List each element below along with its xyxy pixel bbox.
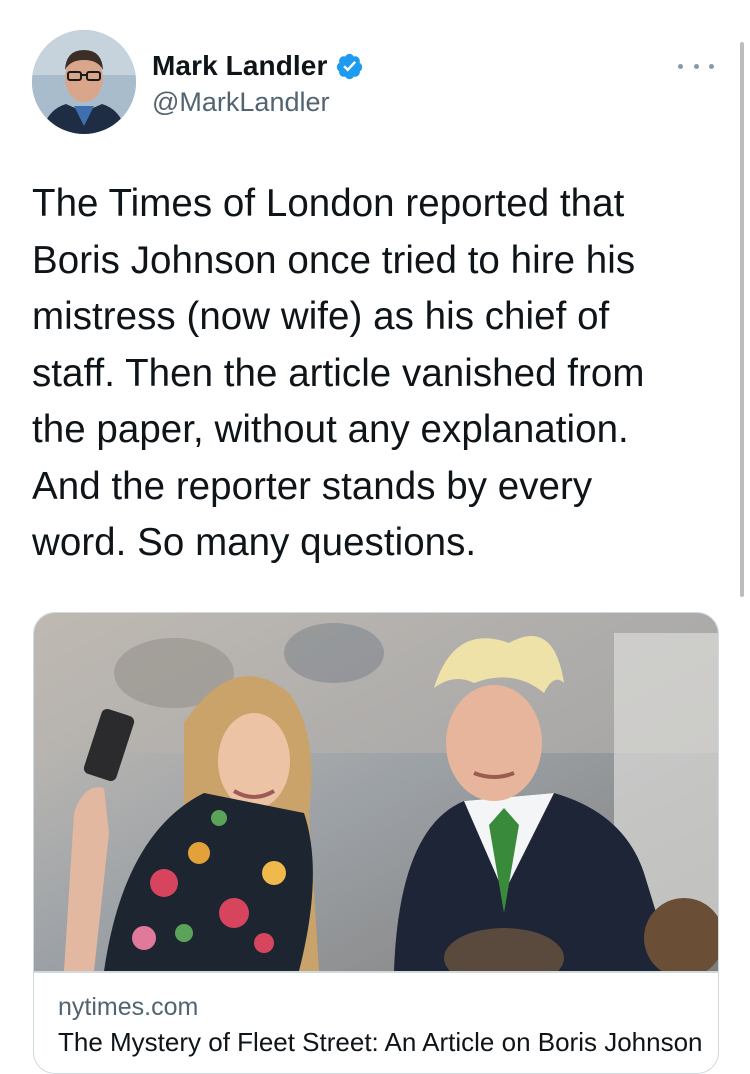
tweet-text-line: Boris Johnson once tried to hire his bbox=[32, 238, 636, 282]
tweet-text-line: word. So many questions. bbox=[32, 521, 477, 564]
name-row: Mark Landler bbox=[152, 50, 364, 82]
tweet-text: The Times of London reported that Boris … bbox=[32, 176, 722, 572]
link-card-image[interactable] bbox=[34, 613, 718, 988]
scroll-indicator bbox=[740, 42, 744, 597]
link-card-title[interactable]: The Mystery of Fleet Street: An Article … bbox=[58, 1027, 703, 1058]
link-preview-card[interactable]: nytimes.com The Mystery of Fleet Street:… bbox=[33, 612, 719, 1074]
handle[interactable]: @MarkLandler bbox=[152, 87, 329, 118]
tweet-header: Mark Landler @MarkLandler bbox=[32, 30, 722, 140]
more-horizontal-icon[interactable] bbox=[678, 56, 714, 76]
tweet-text-line: And the reporter stands by every bbox=[32, 464, 593, 508]
tweet-text-line: the paper, without any explanation. bbox=[32, 408, 629, 451]
verified-badge-icon bbox=[335, 52, 364, 81]
card-divider bbox=[34, 971, 718, 973]
display-name[interactable]: Mark Landler bbox=[152, 50, 327, 82]
tweet-text-line: staff. Then the article vanished from bbox=[32, 351, 645, 395]
link-card-domain[interactable]: nytimes.com bbox=[58, 993, 198, 1022]
tweet-text-line: The Times of London reported that bbox=[32, 182, 625, 225]
tweet-text-line: mistress (now wife) as his chief of bbox=[32, 295, 610, 338]
avatar[interactable] bbox=[32, 30, 136, 134]
